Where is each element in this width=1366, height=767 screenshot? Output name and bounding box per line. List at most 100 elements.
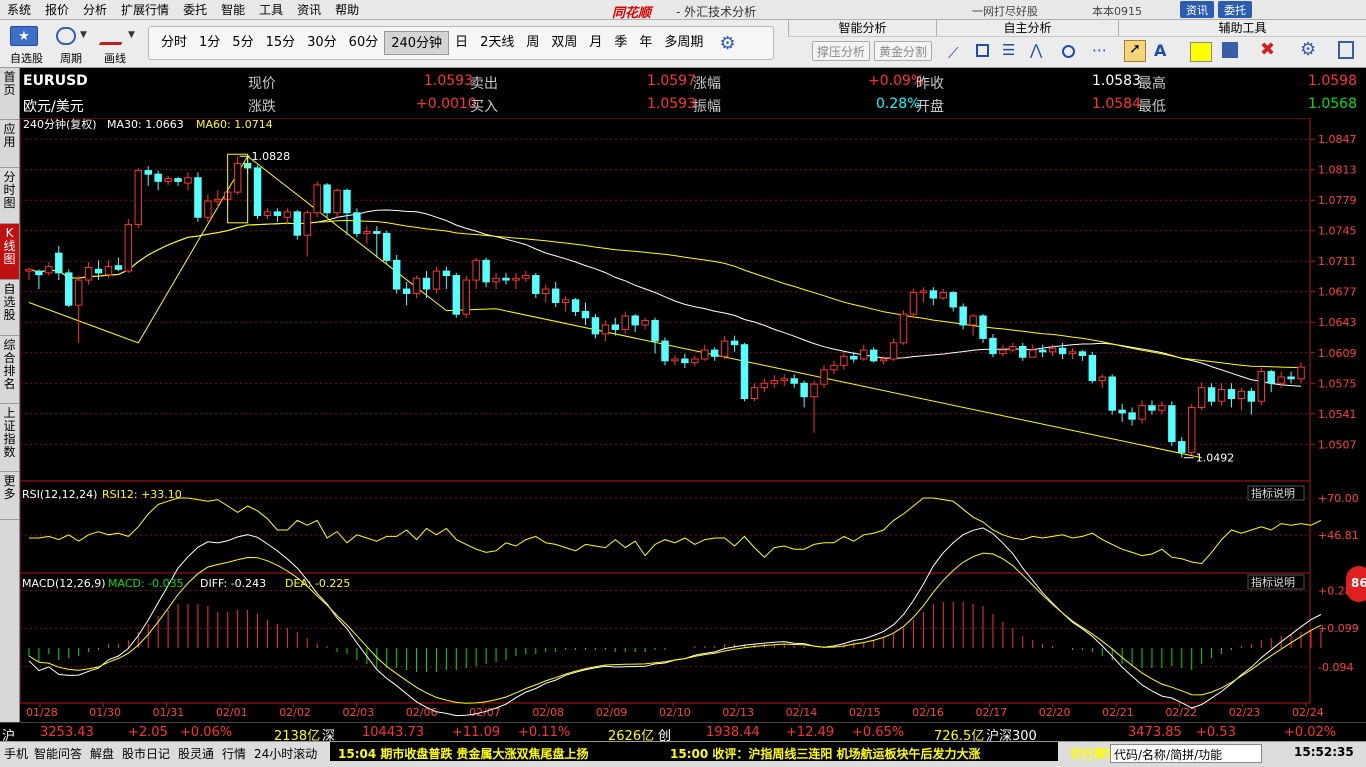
color-swatch-icon[interactable]: [1190, 42, 1212, 62]
candle-up: [840, 355, 848, 366]
date-label: 01/31: [153, 706, 185, 719]
period-multi[interactable]: 多周期: [658, 31, 709, 55]
menu-analysis[interactable]: 分析: [76, 1, 114, 18]
tab-analysis[interactable]: 解盘: [90, 745, 114, 762]
search-input[interactable]: 代码/名称/简拼/功能: [1110, 744, 1262, 763]
news-ticker-2[interactable]: 15:00 收评：沪指周线三连阳 机场航运板块午后发力大涨: [670, 745, 981, 762]
fib-tool-icon[interactable]: ☰: [1002, 41, 1015, 59]
gear-icon[interactable]: ⚙: [719, 33, 735, 54]
export-icon[interactable]: [1338, 41, 1354, 59]
period-240m[interactable]: 240分钟: [384, 31, 450, 55]
period-15m[interactable]: 15分: [260, 31, 302, 55]
nav-apps[interactable]: 应用: [0, 120, 19, 168]
tab-gulingtong[interactable]: 股灵通: [178, 745, 214, 762]
rsi-value-label: RSI12: +33.10: [102, 488, 182, 501]
candle-up: [25, 268, 33, 272]
tab-smart-qa[interactable]: 智能问答: [34, 745, 82, 762]
menu-tools[interactable]: 工具: [252, 1, 290, 18]
notification-badge[interactable]: 86: [1346, 566, 1366, 602]
cursor-icon[interactable]: ➚: [1124, 40, 1146, 62]
candle-down: [442, 270, 451, 277]
period-2day[interactable]: 2天线: [474, 31, 520, 55]
menu-smart[interactable]: 智能: [214, 1, 252, 18]
candle-down: [710, 349, 719, 357]
candle-down: [989, 337, 997, 355]
candle-up: [939, 292, 947, 299]
menu-system[interactable]: 系统: [0, 1, 38, 18]
line-tool-icon[interactable]: ⟋: [948, 44, 959, 62]
candle-up: [333, 189, 341, 214]
period-30m[interactable]: 30分: [301, 31, 343, 55]
nav-more[interactable]: 更多: [0, 472, 19, 520]
text-tool-icon[interactable]: A: [1154, 41, 1166, 60]
save-icon[interactable]: [1222, 42, 1238, 58]
self-select-tool[interactable]: ★ 自选股: [6, 24, 44, 65]
rect-tool-icon[interactable]: [976, 44, 989, 57]
menu-extended-quote[interactable]: 扩展行情: [114, 1, 176, 18]
candle-up: [164, 178, 172, 182]
nav-self-select[interactable]: 自选股: [0, 280, 19, 336]
nav-kline[interactable]: K线图: [0, 224, 19, 280]
candle-down: [869, 349, 878, 362]
period-tool[interactable]: ▼ 周期: [52, 24, 92, 65]
candle-up: [1217, 389, 1226, 402]
period-1m[interactable]: 1分: [193, 31, 226, 55]
period-2week[interactable]: 双周: [545, 31, 583, 55]
candle-up: [214, 198, 222, 202]
sh-change: +2.05: [128, 725, 168, 740]
period-month[interactable]: 月: [583, 31, 608, 55]
candle-up: [313, 184, 321, 214]
tab-diary[interactable]: 股市日记: [122, 745, 170, 762]
toolbar: ★ 自选股 ▼ 周期 ▼ 画线 分时 1分 5分 15分 30分 60分 240…: [0, 20, 1366, 68]
period-year[interactable]: 年: [633, 31, 658, 55]
candle-down: [740, 344, 749, 400]
more-tools-icon[interactable]: ⋯: [1092, 41, 1107, 59]
symbol-name: 欧元/美元: [23, 99, 84, 115]
candle-down: [611, 324, 620, 330]
menu-quote[interactable]: 报价: [38, 1, 76, 18]
tab-market[interactable]: 行情: [222, 745, 246, 762]
period-selector: 分时 1分 5分 15分 30分 60分 240分钟 日 2天线 周 双周 月 …: [148, 26, 774, 60]
support-pressure-button[interactable]: 撑压分析: [812, 41, 871, 61]
news-ticker-1[interactable]: 15:04 期市收盘普跌 贵金属大涨双焦尾盘上扬: [338, 745, 589, 762]
candle-up: [1068, 351, 1077, 355]
app-title: - 外汇技术分析: [676, 5, 757, 19]
kline-chart[interactable]: 1.0847 1.0813 1.0779 1.0745 1.0711 1.0677 1.06…: [20, 118, 1366, 722]
candle-up: [1187, 406, 1196, 453]
label-bid: 买入: [470, 99, 498, 115]
candle-up: [820, 369, 828, 385]
candle-down: [591, 317, 600, 335]
period-fenshi[interactable]: 分时: [155, 31, 193, 55]
nav-home[interactable]: 首页: [0, 68, 19, 120]
draw-tool[interactable]: ▼ 画线: [98, 24, 138, 65]
assist-tools-panel: 辅助工具 ➚ A ✖ ⚙: [1118, 12, 1366, 68]
date-label: 02/03: [343, 706, 375, 719]
candle-down: [422, 277, 431, 290]
nav-ranking[interactable]: 综合排名: [0, 336, 19, 404]
nav-timeshare[interactable]: 分时图: [0, 168, 19, 224]
menu-help[interactable]: 帮助: [328, 1, 366, 18]
period-week[interactable]: 周: [520, 31, 545, 55]
period-quarter[interactable]: 季: [608, 31, 633, 55]
sz-change: +11.09: [452, 725, 501, 740]
delete-icon[interactable]: ✖: [1260, 39, 1275, 60]
candle-down: [1168, 405, 1176, 443]
period-5m[interactable]: 5分: [226, 31, 259, 55]
date-label: 02/10: [659, 706, 691, 719]
period-day[interactable]: 日: [449, 31, 474, 55]
candle-up: [860, 349, 868, 360]
tab-24h-scroll[interactable]: 24小时滚动: [254, 745, 317, 762]
period-60m[interactable]: 60分: [343, 31, 385, 55]
candle-up: [263, 211, 272, 216]
menu-trade[interactable]: 委托: [176, 1, 214, 18]
nav-sh-index[interactable]: 上证指数: [0, 404, 19, 472]
app-logo: 同花顺: [612, 6, 652, 21]
tab-mobile[interactable]: 手机: [4, 745, 28, 762]
quote-panel: EURUSD 欧元/美元 现价 1.0593 卖出 1.0597 涨幅 +0.0…: [20, 68, 1366, 118]
menu-info[interactable]: 资讯: [290, 1, 328, 18]
circle-tool-icon[interactable]: [1062, 45, 1075, 58]
wave-tool-icon[interactable]: ⋀: [1030, 41, 1042, 59]
candle-down: [1118, 409, 1126, 414]
settings-icon[interactable]: ⚙: [1300, 39, 1316, 60]
golden-split-button[interactable]: 黄金分割: [874, 41, 933, 61]
